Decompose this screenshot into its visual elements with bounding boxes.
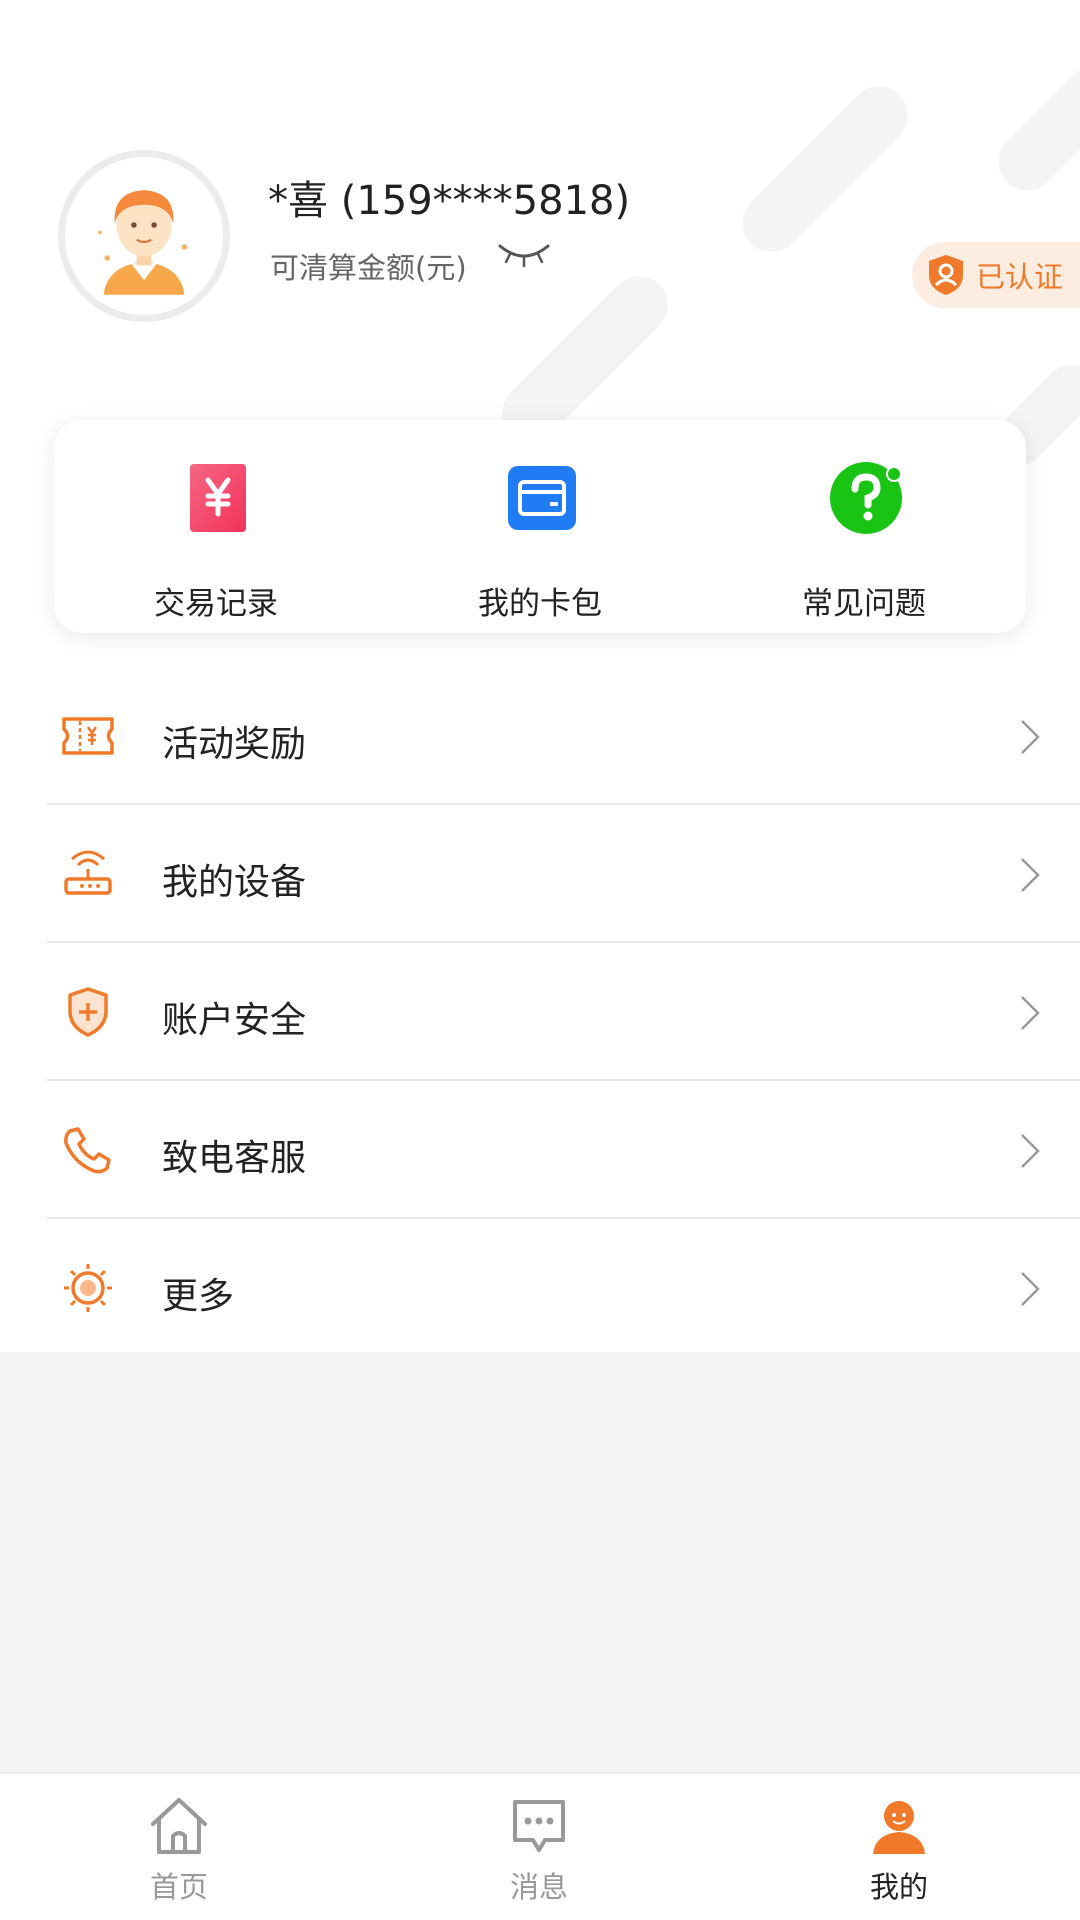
balance-label: 可清算金额(元) (270, 251, 467, 285)
quick-action-label: 我的卡包 (478, 586, 602, 622)
tab-label: 我的 (869, 1870, 928, 1904)
tab-label: 消息 (509, 1870, 568, 1904)
menu-item-more[interactable]: 更多 (0, 1219, 1080, 1357)
menu-item-call-service[interactable]: 致电客服 (0, 1081, 1080, 1219)
quick-actions-card: 交易记录 我的卡包 常见问题 (54, 420, 1026, 633)
router-device-icon (64, 850, 112, 895)
verified-label: 已认证 (976, 260, 1064, 294)
user-name-phone: *喜 (159****5818) (268, 178, 631, 224)
bottom-tab-bar: 首页 消息 我的 (0, 1772, 1080, 1920)
phone-icon (64, 1127, 111, 1174)
menu-item-label: 致电客服 (162, 1138, 307, 1179)
quick-action-transactions[interactable]: 交易记录 (54, 420, 378, 633)
yuan-receipt-icon (190, 464, 246, 532)
home-icon (151, 1798, 207, 1854)
coupon-icon (62, 717, 114, 755)
tab-mine[interactable]: 我的 (799, 1774, 999, 1920)
menu-item-label: 我的设备 (162, 862, 307, 903)
menu-item-label: 账户安全 (162, 1000, 307, 1041)
menu-list: 活动奖励 我的设备 账户安全 致电客服 更多 (0, 667, 1080, 1357)
chevron-right-icon (1021, 858, 1040, 892)
quick-action-card-wallet[interactable]: 我的卡包 (378, 420, 702, 633)
chevron-right-icon (1021, 996, 1040, 1030)
quick-action-faq[interactable]: 常见问题 (702, 420, 1026, 633)
verified-shield-icon (929, 255, 963, 295)
sun-gear-icon (64, 1264, 112, 1312)
eye-closed-icon[interactable] (496, 240, 552, 270)
tab-home[interactable]: 首页 (79, 1774, 279, 1920)
avatar[interactable] (58, 150, 230, 322)
chevron-right-icon (1021, 1272, 1040, 1306)
menu-item-rewards[interactable]: 活动奖励 (0, 667, 1080, 805)
person-icon (873, 1801, 925, 1854)
question-bubble-icon (830, 462, 902, 534)
quick-action-label: 交易记录 (154, 586, 278, 622)
verified-badge[interactable]: 已认证 (912, 242, 1080, 308)
tab-label: 首页 (149, 1870, 208, 1904)
menu-item-account-security[interactable]: 账户安全 (0, 943, 1080, 1081)
avatar-person-icon (65, 157, 223, 315)
menu-item-label: 更多 (162, 1276, 235, 1317)
quick-action-label: 常见问题 (802, 586, 926, 622)
chevron-right-icon (1021, 1134, 1040, 1168)
message-icon (513, 1800, 565, 1852)
background-decoration (986, 55, 1080, 203)
shield-icon (68, 987, 108, 1037)
menu-item-label: 活动奖励 (162, 724, 307, 765)
background-decoration (730, 74, 920, 264)
tab-messages[interactable]: 消息 (439, 1774, 639, 1920)
menu-item-devices[interactable]: 我的设备 (0, 805, 1080, 943)
chevron-right-icon (1021, 720, 1040, 754)
card-wallet-icon (508, 466, 576, 530)
